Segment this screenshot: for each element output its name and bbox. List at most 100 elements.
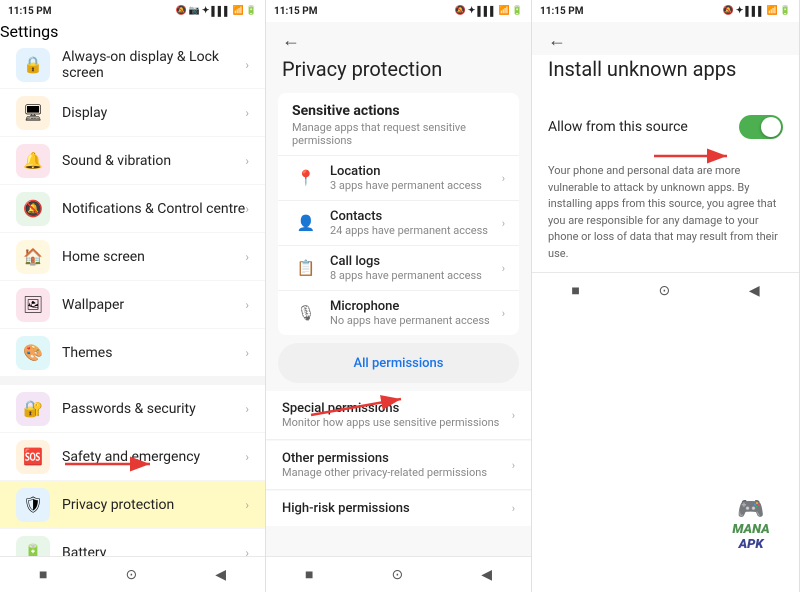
chevron-contacts: › [502, 217, 505, 230]
microphone-icon: 🎙 [292, 299, 320, 327]
panel-settings: 11:15 PM 🔕 📷 ✦ ▌▌▌ 📶 🔋 Settings 🔒 Always… [0, 0, 266, 592]
battery-label: Battery [62, 545, 245, 557]
settings-item-wallpaper[interactable]: 🖼 Wallpaper › [0, 281, 265, 329]
status-icons-2: 🔕 ✦ ▌▌▌ 📶 🔋 [455, 6, 523, 17]
description-text: Your phone and personal data are more vu… [532, 153, 799, 272]
chevron-icon: › [245, 346, 249, 360]
wifi-icon3: 📶 [767, 6, 778, 16]
all-permissions-button[interactable]: All permissions [278, 343, 519, 383]
settings-item-always-on[interactable]: 🔒 Always-on display & Lock screen › [0, 41, 265, 89]
always-on-icon: 🔒 [16, 48, 50, 82]
microphone-sub: No apps have permanent access [330, 314, 502, 327]
chevron-icon: › [245, 450, 249, 464]
back-arrow-3[interactable]: ← [548, 30, 566, 51]
other-permissions-text: Other permissions Manage other privacy-r… [282, 451, 512, 479]
all-permissions-label: All permissions [354, 356, 444, 371]
chevron-icon: › [245, 202, 249, 216]
settings-title: Settings [0, 22, 265, 41]
nav-circle-3[interactable]: ⊙ [646, 279, 682, 303]
calllogs-text: Call logs 8 apps have permanent access [330, 254, 502, 282]
nav-back-1[interactable]: ◀ [203, 563, 238, 587]
chevron-high-risk: › [512, 502, 515, 515]
nav-back-2[interactable]: ◀ [469, 563, 504, 587]
calllogs-icon: 📋 [292, 254, 320, 282]
settings-item-privacy[interactable]: 🛡 Privacy protection › [0, 481, 265, 529]
settings-list: 🔒 Always-on display & Lock screen › 🖥 Di… [0, 41, 265, 556]
settings-item-display[interactable]: 🖥 Display › [0, 89, 265, 137]
contacts-icon: 👤 [292, 209, 320, 237]
allow-source-toggle[interactable] [739, 115, 783, 139]
privacy-icon: 🛡 [16, 488, 50, 522]
nav-bar-3: ■ ⊙ ◀ [532, 272, 799, 308]
settings-item-passwords[interactable]: 🔐 Passwords & security › [0, 385, 265, 433]
nav-square-1[interactable]: ■ [27, 562, 59, 587]
passwords-icon: 🔐 [16, 392, 50, 426]
sound-icon: 🔔 [16, 144, 50, 178]
status-icons-1: 🔕 📷 ✦ ▌▌▌ 📶 🔋 [175, 6, 257, 17]
permission-calllogs[interactable]: 📋 Call logs 8 apps have permanent access… [278, 245, 519, 290]
chevron-special: › [512, 409, 515, 422]
signal-icon2: ▌▌▌ [477, 6, 496, 17]
settings-item-themes[interactable]: 🎨 Themes › [0, 329, 265, 377]
microphone-title: Microphone [330, 299, 502, 314]
back-header-3: ← [532, 22, 799, 55]
camera-icon: 📷 [189, 6, 200, 16]
location-icon: 📍 [292, 164, 320, 192]
time-2: 11:15 PM [274, 6, 317, 17]
battery-settings-icon: 🔋 [16, 536, 50, 557]
status-bar-2: 11:15 PM 🔕 ✦ ▌▌▌ 📶 🔋 [266, 0, 531, 22]
time-3: 11:15 PM [540, 6, 583, 17]
special-permissions-title: Special permissions [282, 401, 512, 416]
battery-icon3: 🔋 [780, 6, 791, 16]
special-permissions-item[interactable]: Special permissions Monitor how apps use… [266, 391, 531, 440]
alarm-icon3: 🔕 [723, 6, 734, 16]
settings-item-sound[interactable]: 🔔 Sound & vibration › [0, 137, 265, 185]
wifi-icon: 📶 [233, 6, 244, 16]
permission-contacts[interactable]: 👤 Contacts 24 apps have permanent access… [278, 200, 519, 245]
nav-bar-2: ■ ⊙ ◀ [266, 556, 531, 592]
high-risk-permissions-item[interactable]: High-risk permissions › [266, 491, 531, 526]
themes-label: Themes [62, 345, 245, 361]
nav-square-2[interactable]: ■ [293, 562, 325, 587]
bluetooth-icon: ✦ [202, 6, 210, 16]
display-icon: 🖥 [16, 96, 50, 130]
home-label: Home screen [62, 249, 245, 265]
toggle-label: Allow from this source [548, 119, 688, 135]
wallpaper-icon: 🖼 [16, 288, 50, 322]
permission-microphone[interactable]: 🎙 Microphone No apps have permanent acce… [278, 290, 519, 335]
other-permissions-item[interactable]: Other permissions Manage other privacy-r… [266, 441, 531, 490]
permission-location[interactable]: 📍 Location 3 apps have permanent access … [278, 155, 519, 200]
sensitive-actions-card: Sensitive actions Manage apps that reque… [278, 93, 519, 335]
privacy-content: Sensitive actions Manage apps that reque… [266, 93, 531, 556]
safety-label: Safety and emergency [62, 449, 245, 465]
settings-item-notifications[interactable]: 🔕 Notifications & Control centre › [0, 185, 265, 233]
chevron-icon: › [245, 154, 249, 168]
settings-item-battery[interactable]: 🔋 Battery › [0, 529, 265, 556]
contacts-sub: 24 apps have permanent access [330, 224, 502, 237]
themes-icon: 🎨 [16, 336, 50, 370]
signal-icon: ▌▌▌ [211, 6, 230, 17]
settings-divider [0, 377, 265, 385]
status-bar-3: 11:15 PM 🔕 ✦ ▌▌▌ 📶 🔋 [532, 0, 799, 22]
toggle-row: Allow from this source [532, 101, 799, 153]
nav-square-3[interactable]: ■ [559, 278, 591, 303]
notifications-label: Notifications & Control centre [62, 201, 245, 217]
high-risk-text: High-risk permissions [282, 501, 512, 516]
nav-circle-1[interactable]: ⊙ [113, 563, 149, 587]
contacts-text: Contacts 24 apps have permanent access [330, 209, 502, 237]
status-icons-3: 🔕 ✦ ▌▌▌ 📶 🔋 [723, 6, 791, 17]
back-arrow-2[interactable]: ← [282, 30, 300, 51]
privacy-label: Privacy protection [62, 497, 245, 513]
chevron-icon: › [245, 58, 249, 72]
battery-icon: 🔋 [246, 6, 257, 16]
bluetooth-icon3: ✦ [736, 6, 744, 16]
install-unknown-content: Allow from this source Your phone and pe… [532, 93, 799, 272]
nav-circle-2[interactable]: ⊙ [379, 563, 415, 587]
sensitive-actions-subtext: Manage apps that request sensitive permi… [278, 121, 519, 155]
settings-item-home[interactable]: 🏠 Home screen › [0, 233, 265, 281]
nav-back-3[interactable]: ◀ [737, 279, 772, 303]
safety-icon: 🆘 [16, 440, 50, 474]
location-title: Location [330, 164, 502, 179]
sound-label: Sound & vibration [62, 153, 245, 169]
settings-item-safety[interactable]: 🆘 Safety and emergency › [0, 433, 265, 481]
